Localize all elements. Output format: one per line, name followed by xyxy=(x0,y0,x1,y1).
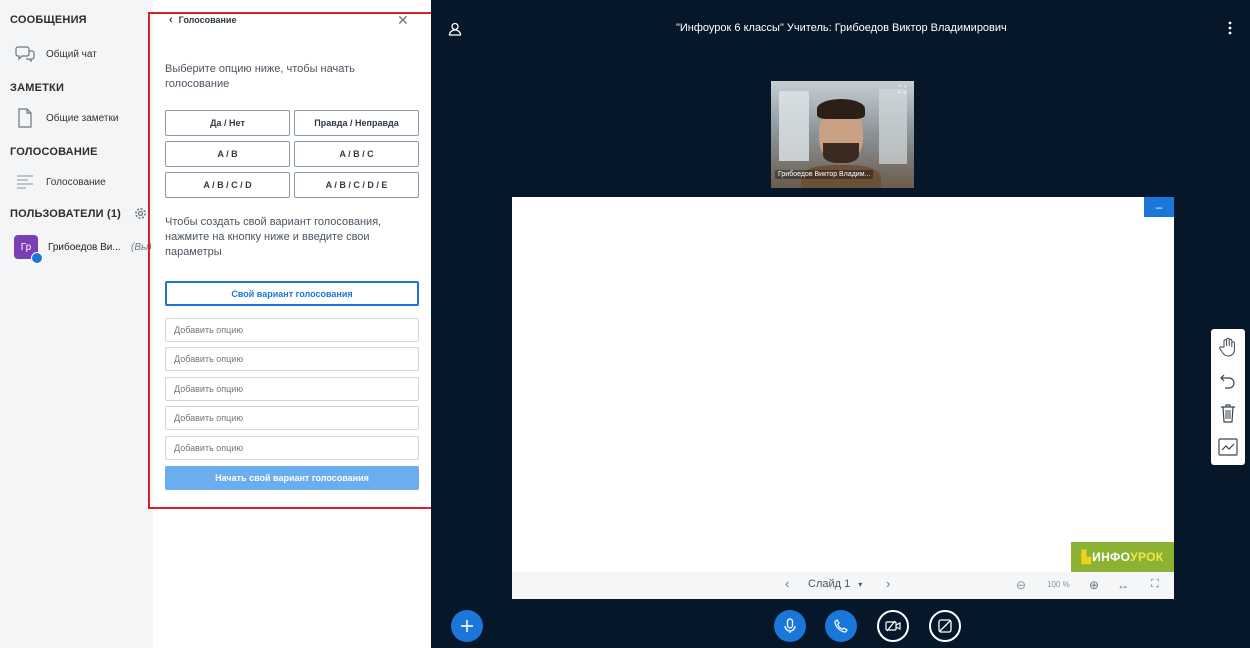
sidebar-item-public-chat[interactable]: Общий чат xyxy=(14,41,144,67)
webcam-video[interactable]: ⛶ Грибоедов Виктор Владим... xyxy=(771,81,914,188)
camera-button[interactable] xyxy=(877,610,909,642)
sidebar-item-label: Голосование xyxy=(46,176,106,188)
whiteboard-toolbar xyxy=(1211,329,1245,465)
chat-icon xyxy=(14,43,36,65)
presentation-slide[interactable] xyxy=(512,197,1174,572)
polling-section-title: ГОЛОСОВАНИЕ xyxy=(10,146,98,158)
actions-plus-button[interactable] xyxy=(451,610,483,642)
zoom-out-icon[interactable]: ⊖ xyxy=(1016,578,1026,592)
person-hair xyxy=(817,99,865,119)
sidebar-item-shared-notes[interactable]: Общие заметки xyxy=(14,105,144,131)
chevron-down-icon: ▾ xyxy=(858,579,863,589)
infourok-logo: ▙ ИНФО УРОК xyxy=(1071,542,1174,572)
microphone-icon xyxy=(784,618,796,633)
minimize-presentation-button[interactable]: – xyxy=(1144,197,1174,217)
fullscreen-icon[interactable]: ⛶ xyxy=(899,85,906,96)
messages-section-title: СООБЩЕНИЯ xyxy=(10,14,87,26)
sidebar-item-polling[interactable]: Голосование xyxy=(14,169,144,195)
slide-select[interactable]: Слайд 1 ▾ xyxy=(808,578,862,590)
zoom-in-icon[interactable]: ⊕ xyxy=(1089,578,1099,592)
person-beard xyxy=(823,143,859,163)
more-options-icon[interactable] xyxy=(1226,20,1234,36)
slide-select-value: Слайд 1 xyxy=(808,578,851,590)
fullscreen-icon[interactable]: ⛶ xyxy=(1151,578,1159,591)
fit-width-icon[interactable]: ↔ xyxy=(1117,578,1129,592)
note-icon xyxy=(14,107,36,129)
gear-icon[interactable] xyxy=(134,207,147,225)
logo-mark-icon: ▙ xyxy=(1081,550,1092,564)
undo-icon[interactable] xyxy=(1216,369,1240,393)
phone-icon xyxy=(834,619,848,633)
meeting-title: "Инфоурок 6 классы" Учитель: Грибоедов В… xyxy=(676,22,1007,34)
left-sidebar: СООБЩЕНИЯ Общий чат ЗАМЕТКИ Общие заметк… xyxy=(0,0,153,648)
microphone-button[interactable] xyxy=(774,610,806,642)
window-background xyxy=(879,89,907,164)
window-background xyxy=(779,91,809,161)
zoom-level: 100 % xyxy=(1047,580,1070,589)
highlight-outline xyxy=(148,12,438,509)
plus-icon xyxy=(461,620,473,632)
multi-user-whiteboard-icon[interactable] xyxy=(1216,435,1240,459)
screen-share-off-icon xyxy=(938,619,952,633)
microphone-status-icon xyxy=(31,252,43,264)
audio-phone-button[interactable] xyxy=(825,610,857,642)
users-section-title: ПОЛЬЗОВАТЕЛИ (1) xyxy=(10,208,122,220)
user-list-item[interactable]: Гр Грибоедов Ви... (Вы) xyxy=(14,234,152,264)
user-name: Грибоедов Ви... xyxy=(48,242,121,253)
screen-share-button[interactable] xyxy=(929,610,961,642)
minus-icon: – xyxy=(1155,200,1163,214)
camera-off-icon xyxy=(885,620,901,632)
hand-tool-icon[interactable] xyxy=(1216,335,1240,359)
notes-section-title: ЗАМЕТКИ xyxy=(10,82,65,94)
next-slide-icon[interactable]: › xyxy=(886,576,890,591)
sidebar-item-label: Общие заметки xyxy=(46,112,119,124)
sidebar-item-label: Общий чат xyxy=(46,48,97,60)
list-icon xyxy=(14,171,36,193)
webcam-username: Грибоедов Виктор Владим... xyxy=(775,170,874,179)
user-list-toggle-icon[interactable] xyxy=(448,22,462,41)
prev-slide-icon[interactable]: ‹ xyxy=(785,576,789,591)
trash-icon[interactable] xyxy=(1216,401,1240,425)
